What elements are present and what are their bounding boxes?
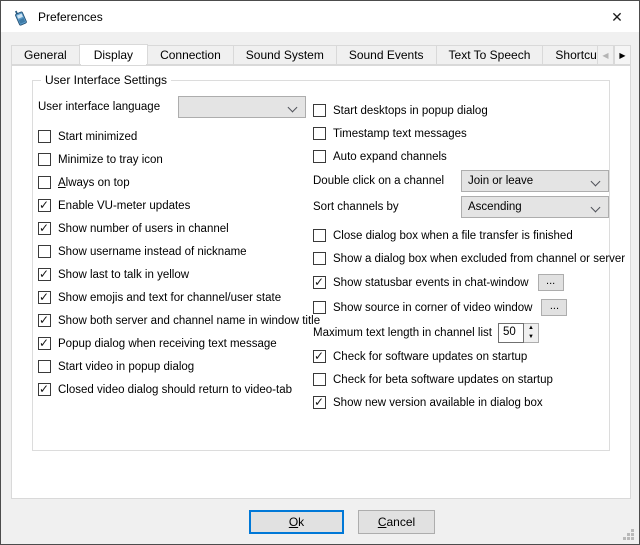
sort-channels-row: Sort channels by Ascending bbox=[313, 194, 609, 220]
checkbox-box bbox=[38, 176, 51, 189]
language-combobox[interactable] bbox=[178, 96, 306, 118]
tab-sound-events[interactable]: Sound Events bbox=[336, 45, 437, 65]
checkbox-box bbox=[38, 291, 51, 304]
language-label: User interface language bbox=[38, 101, 178, 113]
checkbox-box bbox=[313, 150, 326, 163]
cancel-button[interactable]: Cancel bbox=[358, 510, 435, 534]
tab-scroll-buttons: ◀ ▶ bbox=[597, 45, 631, 65]
checkbox-box bbox=[313, 350, 326, 363]
left-column: User interface language Start minimized … bbox=[38, 95, 310, 401]
checkbox-box bbox=[38, 130, 51, 143]
ok-button-label: Ok bbox=[289, 515, 304, 529]
video-source-config-button[interactable]: ... bbox=[541, 299, 567, 316]
sort-channels-label: Sort channels by bbox=[313, 201, 461, 213]
cancel-button-label: Cancel bbox=[378, 515, 415, 529]
tab-general[interactable]: General bbox=[11, 45, 80, 65]
checkbox-box bbox=[313, 104, 326, 117]
window-title: Preferences bbox=[38, 10, 103, 24]
statusbar-events-row: Show statusbar events in chat-window ... bbox=[313, 270, 609, 295]
checkbox-box bbox=[38, 222, 51, 235]
checkbox-box bbox=[38, 337, 51, 350]
checkbox-closed-video-return[interactable]: Closed video dialog should return to vid… bbox=[38, 378, 310, 401]
checkbox-box bbox=[313, 252, 326, 265]
tab-page-display: User Interface Settings User interface l… bbox=[11, 65, 631, 499]
checkbox-box bbox=[38, 245, 51, 258]
checkbox-box bbox=[313, 373, 326, 386]
double-click-label: Double click on a channel bbox=[313, 175, 461, 187]
checkbox-box bbox=[38, 360, 51, 373]
checkbox-last-to-talk-yellow[interactable]: Show last to talk in yellow bbox=[38, 263, 310, 286]
checkbox-box bbox=[313, 396, 326, 409]
checkbox-statusbar-events[interactable] bbox=[313, 276, 326, 289]
max-text-length-value[interactable]: 50 bbox=[498, 323, 524, 343]
spinner-up-icon[interactable]: ▲ bbox=[524, 324, 538, 333]
tab-scroll-right-icon[interactable]: ▶ bbox=[614, 45, 631, 65]
tab-bar: General Display Connection Sound System … bbox=[11, 44, 631, 65]
checkbox-close-on-filetransfer[interactable]: Close dialog box when a file transfer is… bbox=[313, 224, 609, 247]
double-click-row: Double click on a channel Join or leave bbox=[313, 168, 609, 194]
tab-text-to-speech[interactable]: Text To Speech bbox=[436, 45, 544, 65]
sort-channels-combobox-value: Ascending bbox=[468, 201, 522, 213]
checkbox-new-version-dialog[interactable]: Show new version available in dialog box bbox=[313, 391, 609, 414]
tab-display[interactable]: Display bbox=[79, 44, 148, 65]
spinner-buttons: ▲ ▼ bbox=[524, 323, 539, 343]
checkbox-minimize-to-tray[interactable]: Minimize to tray icon bbox=[38, 148, 310, 171]
preferences-window: Preferences ✕ General Display Connection… bbox=[0, 0, 640, 545]
ok-button[interactable]: Ok bbox=[249, 510, 344, 534]
app-icon bbox=[12, 8, 30, 26]
checkbox-show-user-count[interactable]: Show number of users in channel bbox=[38, 217, 310, 240]
checkbox-show-emojis-state[interactable]: Show emojis and text for channel/user st… bbox=[38, 286, 310, 309]
sort-channels-combobox[interactable]: Ascending bbox=[461, 196, 609, 218]
tab-connection[interactable]: Connection bbox=[147, 45, 234, 65]
language-row: User interface language bbox=[38, 95, 310, 119]
max-text-length-spinner: 50 ▲ ▼ bbox=[498, 323, 539, 343]
checkbox-popup-text-message[interactable]: Popup dialog when receiving text message bbox=[38, 332, 310, 355]
double-click-combobox-value: Join or leave bbox=[468, 175, 533, 187]
checkbox-software-updates[interactable]: Check for software updates on startup bbox=[313, 345, 609, 368]
max-text-length-row: Maximum text length in channel list 50 ▲… bbox=[313, 320, 609, 345]
checkbox-box bbox=[38, 199, 51, 212]
checkbox-video-popup-dialog[interactable]: Start video in popup dialog bbox=[38, 355, 310, 378]
title-bar[interactable]: Preferences ✕ bbox=[1, 1, 639, 32]
group-user-interface-settings: User Interface Settings User interface l… bbox=[32, 80, 610, 451]
group-title: User Interface Settings bbox=[41, 73, 171, 87]
checkbox-excluded-dialog[interactable]: Show a dialog box when excluded from cha… bbox=[313, 247, 609, 270]
video-source-row: Show source in corner of video window ..… bbox=[313, 295, 609, 320]
checkbox-box bbox=[38, 268, 51, 281]
double-click-combobox[interactable]: Join or leave bbox=[461, 170, 609, 192]
close-icon[interactable]: ✕ bbox=[608, 8, 626, 26]
checkbox-always-on-top[interactable]: Always on top bbox=[38, 171, 310, 194]
checkbox-server-channel-in-title[interactable]: Show both server and channel name in win… bbox=[38, 309, 310, 332]
checkbox-video-source-corner[interactable] bbox=[313, 301, 326, 314]
spinner-down-icon[interactable]: ▼ bbox=[524, 333, 538, 342]
checkbox-auto-expand-channels[interactable]: Auto expand channels bbox=[313, 145, 609, 168]
checkbox-vu-meter-updates[interactable]: Enable VU-meter updates bbox=[38, 194, 310, 217]
checkbox-show-username[interactable]: Show username instead of nickname bbox=[38, 240, 310, 263]
checkbox-box bbox=[38, 383, 51, 396]
tab-sound-system[interactable]: Sound System bbox=[233, 45, 337, 65]
max-text-length-label: Maximum text length in channel list bbox=[313, 327, 492, 339]
checkbox-desktops-popup[interactable]: Start desktops in popup dialog bbox=[313, 99, 609, 122]
resize-grip[interactable] bbox=[621, 527, 634, 540]
checkbox-box bbox=[38, 314, 51, 327]
tab-scroll-left-icon[interactable]: ◀ bbox=[597, 45, 614, 65]
checkbox-box bbox=[38, 153, 51, 166]
checkbox-box bbox=[313, 127, 326, 140]
checkbox-start-minimized[interactable]: Start minimized bbox=[38, 125, 310, 148]
right-column: Start desktops in popup dialog Timestamp… bbox=[313, 99, 609, 414]
checkbox-beta-updates[interactable]: Check for beta software updates on start… bbox=[313, 368, 609, 391]
checkbox-box bbox=[313, 229, 326, 242]
statusbar-events-config-button[interactable]: ... bbox=[538, 274, 564, 291]
checkbox-timestamp-messages[interactable]: Timestamp text messages bbox=[313, 122, 609, 145]
